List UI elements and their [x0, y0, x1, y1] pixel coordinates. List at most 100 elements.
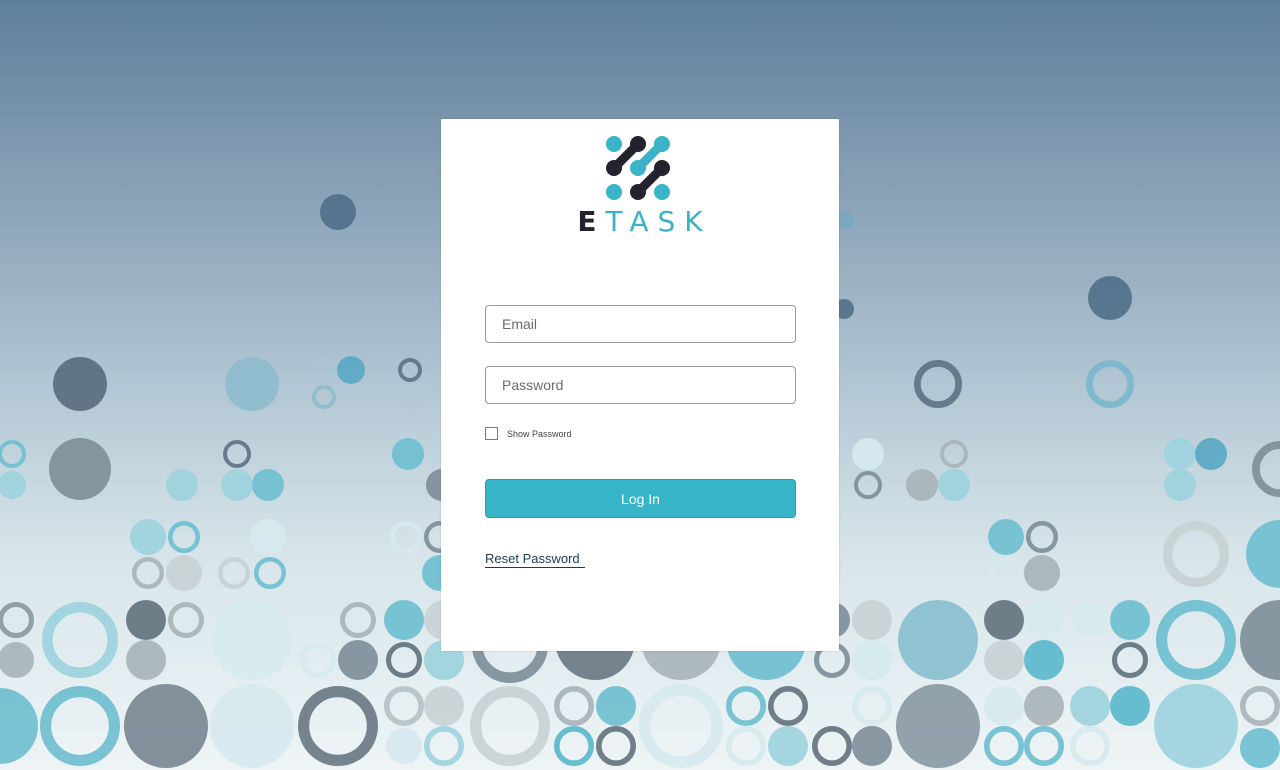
background-bubble — [852, 438, 884, 470]
background-bubble — [1070, 725, 1111, 766]
background-bubble — [1252, 441, 1280, 497]
background-bubble — [299, 642, 336, 679]
brand-name: ETASK — [441, 205, 839, 238]
background-bubble — [221, 469, 253, 501]
background-bubble — [210, 684, 294, 768]
background-bubble — [384, 600, 424, 640]
background-bubble — [852, 600, 892, 640]
background-bubble — [0, 688, 38, 764]
background-bubble — [1246, 520, 1280, 588]
show-password-checkbox[interactable] — [485, 427, 498, 440]
background-bubble — [339, 602, 376, 639]
background-bubble — [851, 685, 892, 726]
background-bubble — [49, 438, 111, 500]
background-bubble — [312, 385, 336, 409]
background-bubble — [984, 640, 1024, 680]
background-bubble — [906, 469, 938, 501]
brand-first-letter: E — [577, 205, 606, 238]
background-bubble — [852, 726, 892, 766]
background-bubble — [725, 725, 766, 766]
background-bubble — [126, 600, 166, 640]
background-bubble — [225, 357, 279, 411]
background-bubble — [389, 520, 422, 553]
background-bubble — [1088, 276, 1132, 320]
background-bubble — [553, 725, 594, 766]
background-bubble — [1024, 555, 1060, 591]
background-bubble — [938, 469, 970, 501]
background-bubble — [338, 640, 378, 680]
background-bubble — [1112, 642, 1149, 679]
background-bubble — [130, 519, 166, 555]
background-bubble — [1110, 600, 1150, 640]
background-bubble — [0, 471, 26, 499]
password-field[interactable] — [485, 366, 796, 404]
show-password-label[interactable]: Show Password — [507, 429, 572, 439]
background-bubble — [1072, 602, 1108, 638]
background-bubble — [1024, 686, 1064, 726]
background-bubble — [1024, 725, 1065, 766]
background-bubble — [423, 725, 464, 766]
background-bubble — [252, 469, 284, 501]
background-bubble — [1162, 520, 1229, 587]
etask-logo-icon — [606, 136, 670, 200]
background-bubble — [424, 686, 464, 726]
background-bubble — [988, 519, 1024, 555]
background-bubble — [852, 640, 892, 680]
show-password-row[interactable]: Show Password — [485, 427, 572, 440]
background-bubble — [1240, 728, 1280, 768]
background-bubble — [1164, 438, 1196, 470]
background-bubble — [1154, 684, 1238, 768]
background-bubble — [639, 684, 724, 769]
background-bubble — [41, 602, 119, 679]
background-bubble — [1070, 686, 1110, 726]
background-bubble — [596, 686, 636, 726]
background-bubble — [1085, 359, 1134, 408]
brand-rest: TASK — [605, 205, 712, 238]
background-bubble — [725, 685, 766, 726]
background-bubble — [0, 602, 34, 638]
background-bubble — [320, 194, 356, 230]
background-bubble — [811, 725, 852, 766]
background-bubble — [595, 725, 636, 766]
background-bubble — [298, 685, 379, 766]
background-bubble — [1110, 686, 1150, 726]
background-bubble — [0, 642, 34, 678]
background-bubble — [166, 555, 202, 591]
background-bubble — [898, 600, 978, 680]
background-bubble — [385, 642, 422, 679]
background-bubble — [1164, 469, 1196, 501]
background-bubble — [383, 685, 424, 726]
background-bubble — [223, 440, 251, 468]
background-bubble — [398, 385, 422, 409]
background-bubble — [984, 686, 1024, 726]
background-bubble — [218, 556, 251, 589]
background-bubble — [253, 556, 286, 589]
background-bubble — [989, 556, 1022, 589]
background-bubble — [1025, 520, 1058, 553]
background-bubble — [53, 357, 107, 411]
background-bubble — [1024, 600, 1064, 640]
background-bubble — [913, 359, 962, 408]
reset-password-link[interactable]: Reset Password — [485, 551, 585, 568]
background-bubble — [1240, 686, 1280, 726]
background-bubble — [984, 600, 1024, 640]
background-bubble — [0, 440, 26, 468]
background-bubble — [132, 556, 165, 589]
background-bubble — [312, 358, 336, 382]
background-bubble — [983, 725, 1024, 766]
login-button[interactable]: Log In — [485, 479, 796, 518]
background-bubble — [1155, 599, 1236, 680]
login-card: ETASK Show Password Log In Reset Passwor… — [441, 119, 839, 651]
background-bubble — [337, 356, 365, 384]
background-bubble — [168, 520, 201, 553]
background-bubble — [767, 685, 808, 726]
email-field[interactable] — [485, 305, 796, 343]
background-bubble — [1240, 600, 1280, 680]
background-bubble — [940, 440, 968, 468]
background-bubble — [212, 600, 292, 680]
background-bubble — [126, 640, 166, 680]
background-bubble — [168, 602, 205, 639]
background-bubble — [250, 519, 286, 555]
background-bubble — [39, 685, 121, 766]
background-bubble — [470, 685, 551, 766]
